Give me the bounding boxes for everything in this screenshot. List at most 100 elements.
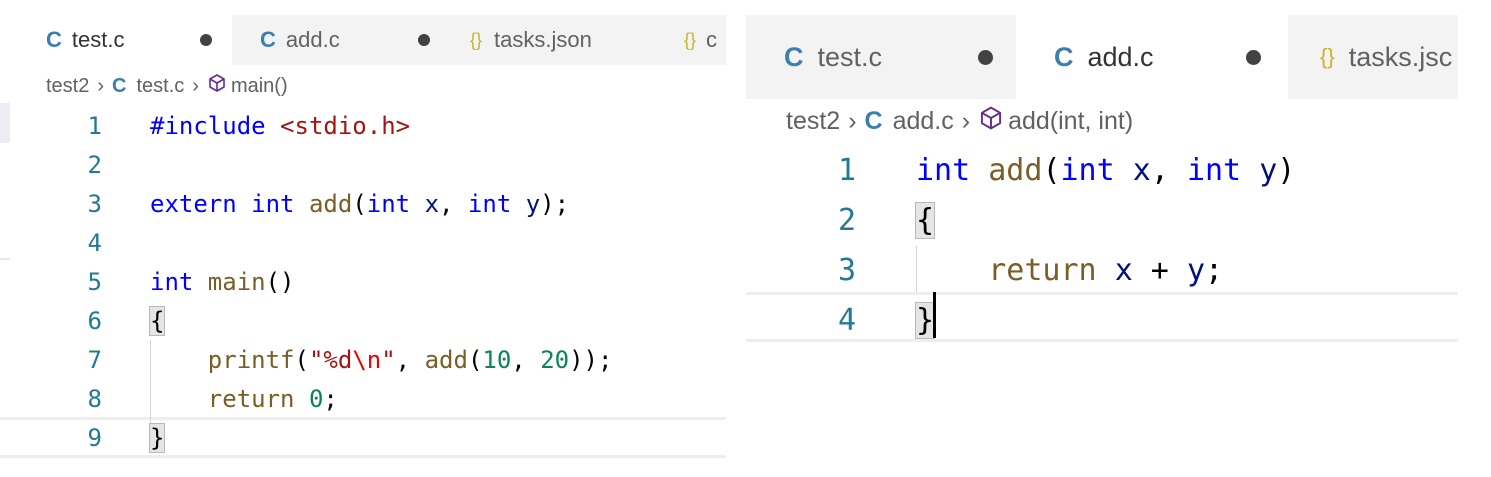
code-line[interactable]: 2{	[746, 196, 1446, 246]
code-token: add	[988, 153, 1043, 188]
code-line[interactable]: 4	[0, 224, 700, 263]
line-number: 1	[837, 153, 856, 188]
tab-label: c	[706, 27, 718, 52]
text-cursor	[933, 292, 936, 338]
code-line[interactable]: 8 return 0;	[0, 380, 700, 419]
code-token: int	[916, 153, 989, 188]
tab-c-partial[interactable]: {} c	[662, 15, 726, 65]
tab-test-c[interactable]: C test.c	[746, 15, 1016, 99]
breadcrumb: test2 › C test.c › main()	[46, 72, 288, 100]
breadcrumb-folder[interactable]: test2	[786, 107, 840, 136]
code-text: {	[148, 302, 166, 341]
code-token: }	[914, 302, 936, 339]
code-token: int	[1060, 153, 1133, 188]
tab-tasks-json[interactable]: {} tasks.jsc	[1288, 15, 1458, 99]
left-editor: C test.c C add.c {} tasks.json {} c test…	[0, 0, 726, 470]
code-token: x	[1114, 253, 1133, 288]
code-text: }	[148, 419, 166, 458]
tab-label: tasks.json	[494, 27, 592, 52]
breadcrumb: test2 › C add.c › add(int, int)	[786, 104, 1133, 138]
c-file-icon: C	[112, 74, 127, 97]
code-token: }	[148, 423, 166, 453]
code-token: (	[352, 190, 367, 218]
code-line[interactable]: 5 int main()	[0, 263, 700, 302]
modified-dot-icon[interactable]	[1246, 50, 1261, 65]
code-token: \n	[352, 346, 382, 374]
code-line[interactable]: 1 int add(int x, int y)	[746, 146, 1446, 196]
line-number: 2	[837, 203, 856, 238]
tab-bar: C test.c C add.c {} tasks.jsc	[746, 15, 1458, 99]
code-line[interactable]: 1 #include <stdio.h>	[0, 107, 700, 146]
breadcrumb-symbol[interactable]: add(int, int)	[1008, 107, 1133, 136]
code-text: }	[914, 296, 936, 346]
code-token: add	[424, 346, 468, 374]
code-token: x	[424, 190, 440, 218]
code-line[interactable]: 7 printf("%d\n", add(10, 20));	[0, 341, 700, 380]
line-number: 6	[87, 307, 102, 335]
code-token: "%d	[308, 346, 353, 374]
json-file-icon: {}	[684, 29, 697, 50]
c-file-icon: C	[784, 41, 804, 72]
line-number: 7	[87, 346, 102, 374]
code-token: 0	[308, 385, 324, 413]
code-token: int	[366, 190, 425, 218]
code-token: #include	[150, 112, 281, 140]
line-number: 5	[87, 268, 102, 296]
code-token: y	[525, 190, 541, 218]
code-token: int	[1186, 153, 1260, 188]
code-token: ;	[323, 385, 338, 413]
code-token: main	[207, 268, 266, 296]
code-token: ));	[569, 346, 613, 374]
code-token: <stdio.h>	[280, 112, 411, 140]
code-line[interactable]: 9}	[0, 419, 700, 458]
code-token: (	[467, 346, 483, 374]
code-token: add	[308, 190, 353, 218]
code-text: {	[914, 196, 936, 246]
code-line[interactable]: 3 extern int add(int x, int y);	[0, 185, 700, 224]
modified-dot-icon[interactable]	[418, 34, 430, 46]
c-file-icon: C	[260, 27, 276, 52]
code-token: ,	[1150, 153, 1187, 188]
tab-add-c[interactable]: C add.c	[232, 15, 444, 65]
breadcrumb-file[interactable]: test.c	[136, 75, 184, 98]
c-file-icon: C	[864, 106, 883, 135]
code-line[interactable]: 4}	[746, 296, 1446, 346]
code-token: ,	[511, 346, 541, 374]
chevron-right-icon: ›	[192, 74, 199, 97]
tab-test-c[interactable]: C test.c	[10, 15, 232, 65]
code-token: 20	[540, 346, 570, 374]
breadcrumb-folder[interactable]: test2	[46, 75, 89, 98]
code-line[interactable]: 6{	[0, 302, 700, 341]
code-text: int main()	[150, 263, 295, 302]
breadcrumb-symbol[interactable]: main()	[231, 75, 288, 98]
breadcrumb-file[interactable]: add.c	[893, 107, 954, 136]
modified-dot-icon[interactable]	[200, 34, 212, 46]
tab-tasks-json[interactable]: {} tasks.json	[444, 15, 662, 65]
tab-add-c[interactable]: C add.c	[1016, 15, 1288, 99]
chevron-right-icon: ›	[97, 74, 105, 97]
code-token: ,	[395, 346, 425, 374]
code-token: +	[1132, 253, 1187, 288]
line-number: 3	[87, 190, 102, 218]
c-file-icon: C	[46, 27, 62, 52]
code-token: return	[988, 253, 1115, 288]
line-number: 9	[87, 424, 102, 452]
code-line[interactable]: 3 return x + y;	[746, 246, 1446, 296]
code-text: #include <stdio.h>	[150, 107, 410, 146]
code-token: );	[540, 190, 570, 218]
code-token: ,	[439, 190, 468, 218]
code-line[interactable]: 2	[0, 146, 700, 185]
line-number: 1	[87, 112, 102, 140]
cube-icon	[207, 73, 227, 99]
tab-label: test.c	[71, 27, 125, 52]
tab-label: test.c	[817, 41, 883, 72]
cube-icon	[978, 105, 1004, 138]
modified-dot-icon[interactable]	[978, 50, 993, 65]
line-number: 4	[837, 303, 856, 338]
code-token: )	[1277, 153, 1296, 188]
tab-label: tasks.jsc	[1348, 41, 1453, 72]
code-token: ;	[1205, 253, 1224, 288]
line-number: 3	[837, 253, 856, 288]
code-token: int	[251, 190, 309, 218]
